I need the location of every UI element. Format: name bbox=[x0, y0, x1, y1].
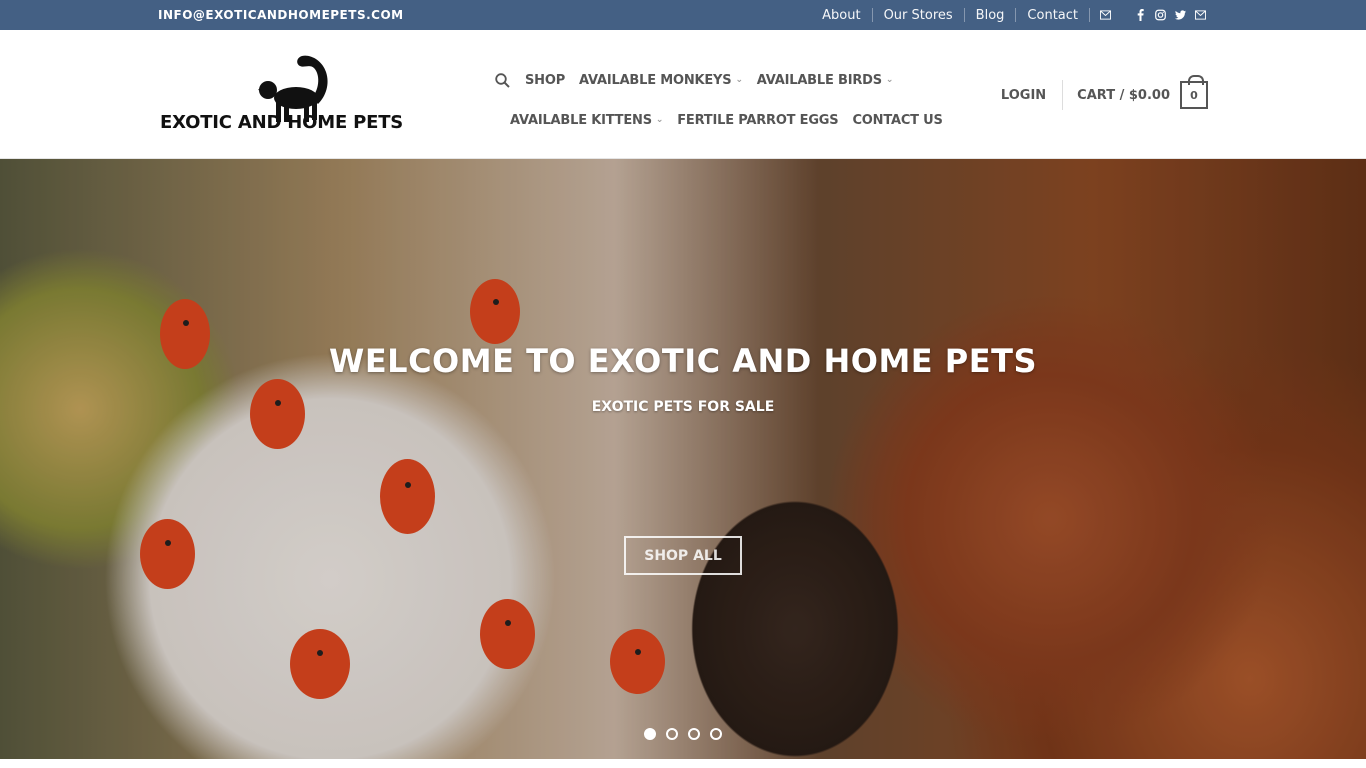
nav-label: AVAILABLE MONKEYS bbox=[579, 72, 732, 88]
nav-label: SHOP bbox=[525, 72, 566, 88]
main-navigation: SHOP AVAILABLE MONKEYS ⌄ AVAILABLE BIRDS ⌄… bbox=[495, 60, 943, 140]
logo-wordmark: EXOTIC AND HOME PETS bbox=[160, 112, 404, 133]
slider-dot[interactable] bbox=[688, 728, 700, 740]
slider-dot[interactable] bbox=[666, 728, 678, 740]
top-link-our-stores[interactable]: Our Stores bbox=[873, 8, 964, 23]
cart-link[interactable]: CART / $0.00 0 bbox=[1077, 75, 1208, 109]
cart-count: 0 bbox=[1190, 88, 1198, 102]
top-link-blog[interactable]: Blog bbox=[965, 8, 1016, 23]
nav-row: AVAILABLE KITTENS ⌄ FERTILE PARROT EGGS C… bbox=[503, 100, 943, 140]
nav-label: FERTILE PARROT EGGS bbox=[677, 112, 839, 128]
nav-label: CONTACT US bbox=[852, 112, 943, 128]
social-links bbox=[1090, 9, 1206, 21]
twitter-icon[interactable] bbox=[1175, 9, 1186, 21]
nav-item-fertile-parrot-eggs[interactable]: FERTILE PARROT EGGS bbox=[670, 113, 845, 128]
top-bar: INFO@EXOTICANDHOMEPETS.COM About Our Sto… bbox=[0, 0, 1366, 30]
hero-slider: WELCOME TO EXOTIC AND HOME PETS EXOTIC P… bbox=[0, 159, 1366, 759]
hero-subtitle: EXOTIC PETS FOR SALE bbox=[591, 399, 775, 415]
top-link-about[interactable]: About bbox=[811, 8, 871, 23]
slider-dot[interactable] bbox=[710, 728, 722, 740]
search-icon[interactable] bbox=[495, 72, 518, 88]
site-header: EXOTIC AND HOME PETS SHOP AVAILABLE MONK… bbox=[0, 30, 1366, 159]
cart-bag-icon: 0 bbox=[1180, 75, 1208, 109]
chevron-down-icon: ⌄ bbox=[735, 75, 743, 85]
login-link[interactable]: LOGIN bbox=[1001, 88, 1062, 103]
top-link-contact[interactable]: Contact bbox=[1016, 8, 1089, 23]
nav-label: AVAILABLE KITTENS bbox=[510, 112, 652, 128]
chevron-down-icon: ⌄ bbox=[655, 115, 664, 125]
slider-dots bbox=[0, 728, 1366, 740]
hero-title: WELCOME TO EXOTIC AND HOME PETS bbox=[329, 342, 1037, 380]
facebook-icon[interactable] bbox=[1135, 9, 1146, 21]
contact-email[interactable]: INFO@EXOTICANDHOMEPETS.COM bbox=[158, 8, 404, 22]
header-account: LOGIN CART / $0.00 0 bbox=[1001, 75, 1208, 110]
nav-item-available-kittens[interactable]: AVAILABLE KITTENS ⌄ bbox=[503, 113, 670, 128]
divider bbox=[1062, 80, 1064, 110]
nav-item-shop[interactable]: SHOP bbox=[518, 73, 572, 88]
site-logo[interactable]: EXOTIC AND HOME PETS bbox=[158, 54, 408, 136]
nav-row: SHOP AVAILABLE MONKEYS ⌄ AVAILABLE BIRDS ⌄ bbox=[495, 60, 915, 100]
cart-total: CART / $0.00 bbox=[1077, 87, 1170, 103]
nav-label: AVAILABLE BIRDS bbox=[756, 72, 882, 88]
shop-all-button[interactable]: SHOP ALL bbox=[624, 536, 742, 575]
slider-dot[interactable] bbox=[644, 728, 656, 740]
nav-item-contact-us[interactable]: CONTACT US bbox=[845, 113, 949, 128]
hero-overlay bbox=[0, 159, 1366, 759]
instagram-icon[interactable] bbox=[1155, 9, 1166, 21]
top-links: About Our Stores Blog Contact bbox=[811, 0, 1206, 30]
chevron-down-icon: ⌄ bbox=[885, 75, 894, 85]
nav-item-available-birds[interactable]: AVAILABLE BIRDS ⌄ bbox=[750, 73, 900, 88]
envelope-icon[interactable] bbox=[1195, 9, 1206, 21]
nav-item-available-monkeys[interactable]: AVAILABLE MONKEYS ⌄ bbox=[572, 73, 750, 88]
email-icon[interactable] bbox=[1100, 9, 1111, 21]
